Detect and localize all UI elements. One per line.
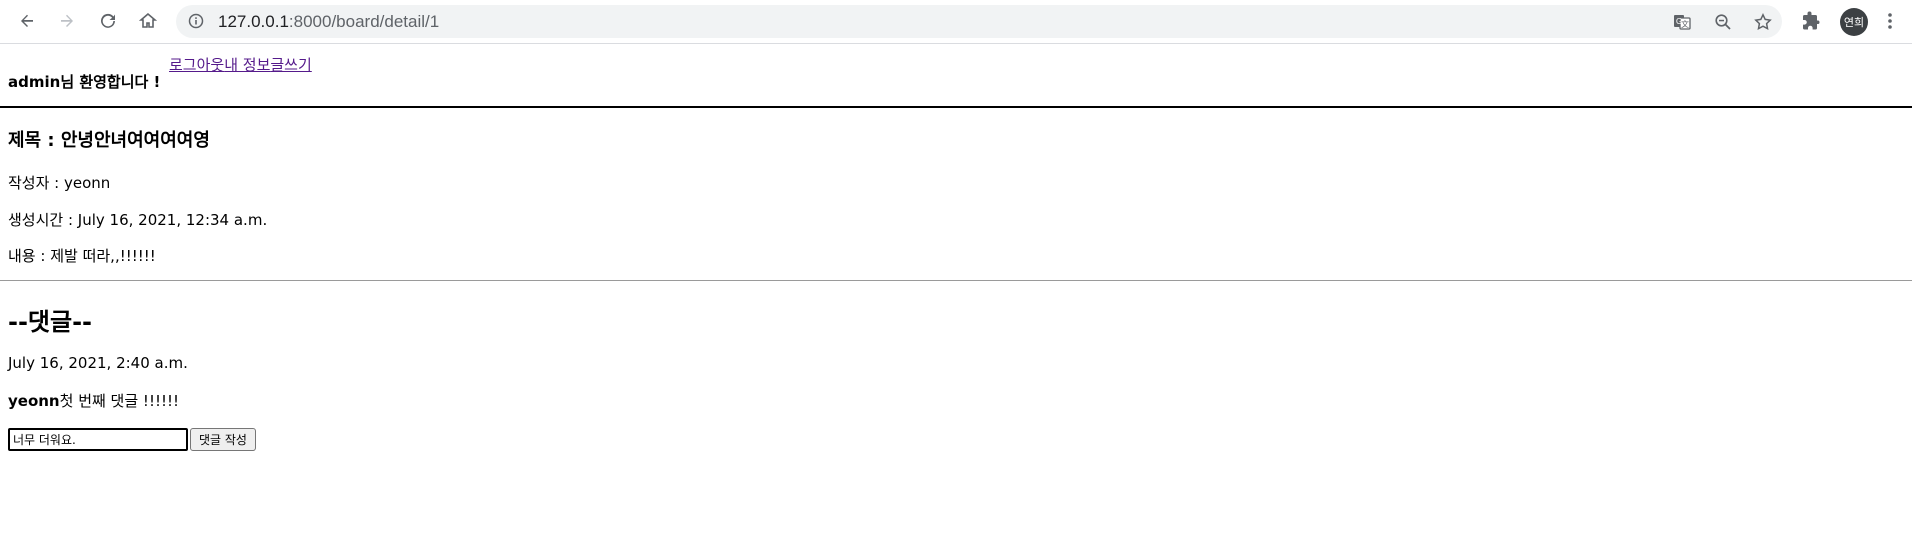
svg-text:文: 文	[1681, 19, 1689, 29]
welcome-suffix: 님 환영합니다 !	[60, 73, 161, 91]
svg-text:G: G	[1676, 17, 1682, 26]
post-content-value: 제발 떠라,,!!!!!!	[50, 247, 156, 265]
post-created-value: July 16, 2021, 12:34 a.m.	[77, 211, 268, 229]
post-content: 내용 : 제발 떠라,,!!!!!!	[8, 245, 156, 266]
site-info-button[interactable]	[186, 11, 206, 31]
browser-toolbar: 127.0.0.1:8000/board/detail/1 文G 연희	[0, 0, 1912, 44]
reload-icon	[101, 13, 115, 28]
content-divider	[0, 280, 1912, 281]
puzzle-icon	[1803, 11, 1820, 30]
bookmark-button[interactable]	[1751, 10, 1775, 34]
post-author-label: 작성자 :	[8, 174, 64, 192]
comment-author: yeonn	[8, 392, 60, 410]
reload-button[interactable]	[94, 7, 122, 35]
write-link[interactable]: 글쓰기	[270, 56, 311, 74]
profile-avatar[interactable]: 연희	[1840, 8, 1868, 36]
profile-link[interactable]: 내 정보	[224, 56, 270, 74]
browser-menu-button[interactable]	[1876, 7, 1904, 35]
star-icon	[1754, 13, 1772, 30]
comment-item: yeonn첫 번째 댓글 !!!!!!	[8, 390, 179, 411]
welcome-username: admin	[8, 73, 61, 91]
translate-icon: 文G	[1674, 15, 1691, 30]
comments-heading: --댓글--	[8, 308, 93, 336]
translate-button[interactable]: 文G	[1670, 10, 1694, 34]
post-author: 작성자 : yeonn	[8, 172, 110, 193]
kebab-menu-icon	[1888, 13, 1892, 29]
forward-arrow-icon	[61, 14, 73, 27]
post-content-label: 내용 :	[8, 247, 51, 265]
logout-link[interactable]: 로그아웃	[169, 56, 224, 74]
post-title-label: 제목 :	[8, 130, 61, 151]
nav-links: 로그아웃내 정보글쓰기	[169, 54, 312, 75]
info-icon	[188, 13, 204, 29]
address-bar[interactable]: 127.0.0.1:8000/board/detail/1 文G	[176, 5, 1782, 38]
comment-input[interactable]	[8, 428, 188, 451]
url-path: :8000/board/detail/1	[288, 12, 440, 31]
zoom-out-icon	[1715, 14, 1731, 30]
forward-button[interactable]	[53, 7, 81, 35]
welcome-message: admin님 환영합니다 !	[8, 71, 160, 92]
back-button[interactable]	[13, 7, 41, 35]
post-title: 제목 : 안녕안녀여여여여영	[8, 126, 210, 152]
header-divider	[0, 106, 1912, 108]
zoom-button[interactable]	[1711, 10, 1735, 34]
header-row: admin님 환영합니다 ! 로그아웃내 정보글쓰기	[8, 44, 1908, 100]
home-icon	[139, 12, 157, 28]
comment-submit-button[interactable]: 댓글 작성	[190, 428, 256, 451]
post-created: 생성시간 : July 16, 2021, 12:34 a.m.	[8, 209, 267, 230]
comment-text: 첫 번째 댓글 !!!!!!	[59, 392, 180, 410]
home-button[interactable]	[134, 7, 162, 35]
extensions-button[interactable]	[1798, 7, 1826, 35]
post-created-label: 생성시간 :	[8, 211, 78, 229]
comment-date: July 16, 2021, 2:40 a.m.	[8, 354, 188, 372]
post-title-text: 안녕안녀여여여여영	[60, 130, 210, 151]
post-author-value: yeonn	[64, 174, 111, 192]
url-host: 127.0.0.1	[218, 12, 289, 31]
url-text[interactable]: 127.0.0.1:8000/board/detail/1	[218, 12, 439, 32]
back-arrow-icon	[21, 14, 33, 27]
